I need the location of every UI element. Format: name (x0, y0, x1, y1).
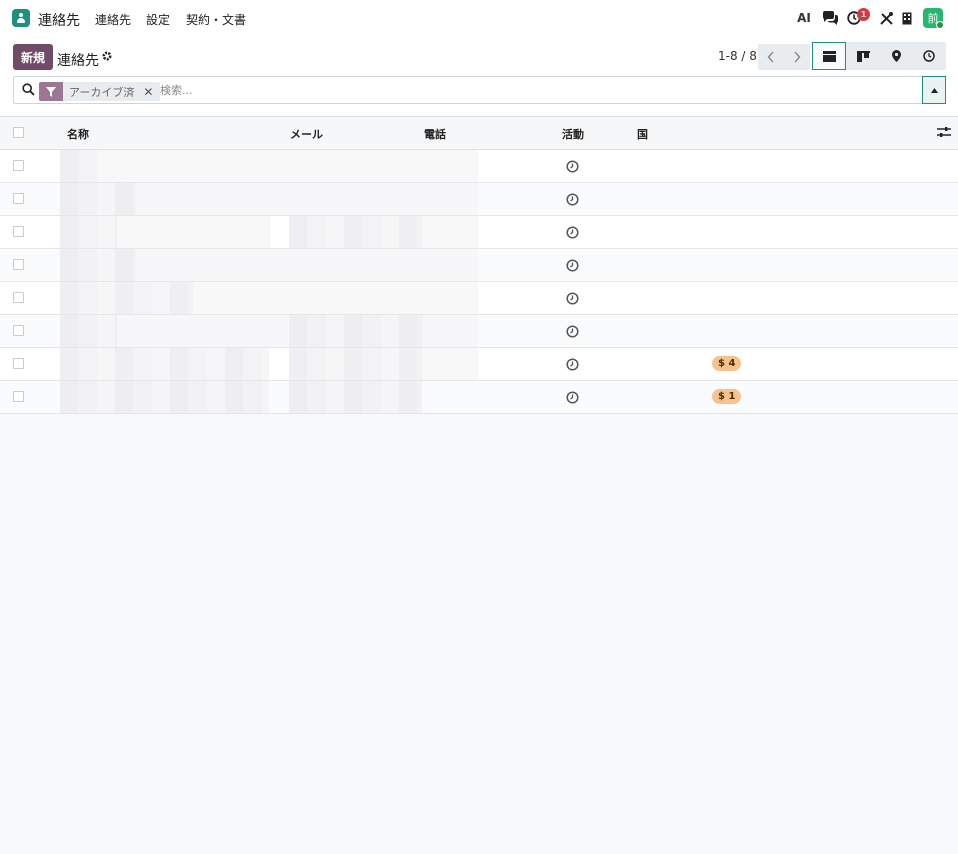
breadcrumb-title: 連絡先 (57, 53, 99, 69)
redacted-content (136, 183, 478, 215)
redacted-content (422, 315, 478, 347)
row-checkbox[interactable] (13, 226, 24, 237)
redacted-content (289, 216, 422, 248)
redacted-content (98, 150, 478, 182)
activity-clock-icon[interactable] (566, 160, 579, 173)
tools-icon[interactable] (878, 10, 894, 26)
redacted-content (193, 282, 478, 314)
row-checkbox[interactable] (13, 193, 24, 204)
map-pin-icon (891, 50, 901, 62)
table-row[interactable] (0, 315, 958, 348)
table-row[interactable] (0, 150, 958, 183)
search-options-toggle[interactable] (922, 76, 946, 104)
row-tag-badge[interactable]: $ 1 (712, 389, 742, 404)
menu-contacts[interactable]: 連絡先 (95, 11, 131, 28)
column-header-country[interactable]: 国 (637, 126, 648, 142)
clock-icon (923, 50, 935, 62)
column-header-phone[interactable]: 電話 (424, 126, 446, 142)
chat-icon[interactable] (822, 10, 838, 26)
menu-settings[interactable]: 設定 (146, 11, 170, 28)
contacts-app-icon[interactable] (12, 9, 30, 27)
optional-columns-icon[interactable] (937, 126, 951, 140)
control-panel: 新規 連絡先 1-8 / 8 アーカイブ済 ✕ (0, 36, 958, 116)
caret-up-icon (930, 87, 938, 93)
row-checkbox[interactable] (13, 292, 24, 303)
map-view-button[interactable] (879, 42, 913, 70)
table-row[interactable] (0, 216, 958, 249)
kanban-view-icon (856, 50, 870, 62)
row-checkbox[interactable] (13, 259, 24, 270)
row-checkbox[interactable] (13, 391, 24, 402)
column-header-email[interactable]: メール (290, 126, 323, 142)
menu-contracts-documents[interactable]: 契約・文書 (186, 11, 246, 28)
column-header-activity[interactable]: 活動 (562, 126, 584, 142)
app-name[interactable]: 連絡先 (38, 10, 80, 30)
redacted-content (117, 315, 289, 347)
redacted-content (60, 216, 117, 248)
activity-clock-icon[interactable] (566, 391, 579, 404)
filter-funnel-icon (39, 82, 63, 101)
activity-view-button[interactable] (912, 42, 946, 70)
redacted-content (422, 348, 478, 380)
activity-clock-icon[interactable] (566, 193, 579, 206)
column-header-name[interactable]: 名称 (67, 126, 89, 142)
pager-value[interactable]: 1-8 / 8 (718, 49, 757, 63)
search-input[interactable] (160, 81, 860, 100)
search-bar: アーカイブ済 ✕ (13, 76, 946, 104)
redacted-content (422, 216, 478, 248)
list-view-icon (822, 50, 836, 62)
activity-clock-icon[interactable] (566, 226, 579, 239)
activity-clock-icon[interactable] (566, 259, 579, 272)
gear-icon[interactable] (101, 50, 113, 64)
pager-next-button[interactable] (784, 44, 810, 70)
redacted-content (289, 348, 422, 380)
redacted-content (60, 183, 136, 215)
redacted-content (289, 381, 422, 413)
ai-label: AI (797, 11, 811, 25)
redacted-content (289, 315, 422, 347)
top-navbar: 連絡先 連絡先 設定 契約・文書 AI 1 前 (0, 0, 958, 36)
list-view-button[interactable] (812, 42, 846, 70)
activity-clock-icon[interactable] (566, 292, 579, 305)
table-row[interactable] (0, 183, 958, 216)
redacted-content (60, 282, 193, 314)
table-row[interactable] (0, 249, 958, 282)
row-checkbox[interactable] (13, 325, 24, 336)
select-all-checkbox[interactable] (13, 127, 24, 138)
search-icon[interactable] (22, 83, 36, 97)
redacted-content (60, 249, 136, 281)
ai-icon[interactable]: AI (796, 10, 812, 26)
row-checkbox[interactable] (13, 358, 24, 369)
activity-badge: 1 (857, 8, 870, 21)
company-icon[interactable] (899, 10, 915, 26)
redacted-content (60, 348, 269, 380)
new-button[interactable]: 新規 (13, 44, 53, 70)
contacts-list-table: 名称 メール 電話 活動 国 $ 4 $ 1 (0, 116, 958, 414)
table-row[interactable]: $ 1 (0, 381, 958, 414)
redacted-content (60, 315, 117, 347)
activity-clock-icon[interactable] (566, 358, 579, 371)
facet-label: アーカイブ済 (69, 85, 135, 99)
pager-previous-button[interactable] (758, 44, 784, 70)
redacted-content (117, 216, 270, 248)
redacted-content (136, 249, 478, 281)
archived-filter-facet: アーカイブ済 ✕ (39, 82, 161, 101)
kanban-view-button[interactable] (846, 42, 880, 70)
table-header: 名称 メール 電話 活動 国 (0, 117, 958, 150)
row-tag-badge[interactable]: $ 4 (712, 356, 742, 371)
table-row[interactable]: $ 4 (0, 348, 958, 381)
table-row[interactable] (0, 282, 958, 315)
close-icon[interactable]: ✕ (142, 85, 154, 99)
redacted-content (60, 150, 98, 182)
activity-clock-icon[interactable] (566, 325, 579, 338)
redacted-content (60, 381, 269, 413)
presence-status-dot (936, 21, 944, 29)
row-checkbox[interactable] (13, 160, 24, 171)
